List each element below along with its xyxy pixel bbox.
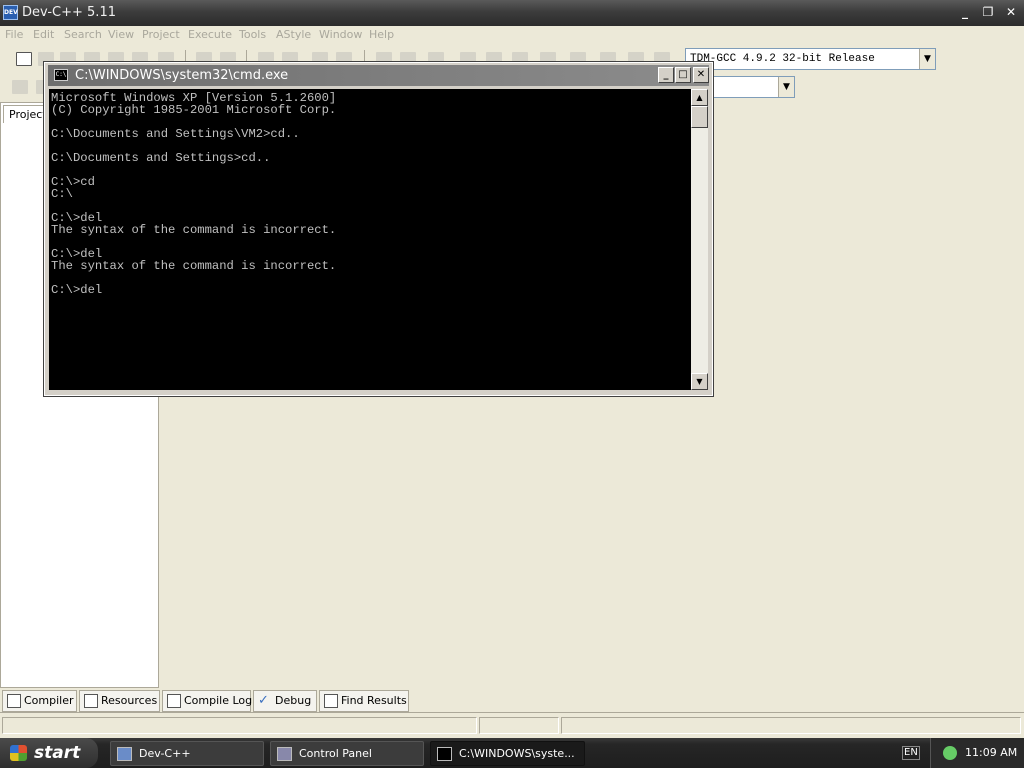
taskbar-item-control-panel[interactable]: Control Panel — [270, 741, 424, 766]
resources-icon — [84, 694, 98, 708]
menu-search[interactable]: Search — [64, 28, 102, 41]
menu-astyle[interactable]: AStyle — [276, 28, 311, 41]
tab-debug[interactable]: ✓ Debug — [253, 690, 317, 712]
chevron-down-icon[interactable]: ▼ — [919, 49, 935, 69]
cmd-maximize-button[interactable]: □ — [675, 67, 691, 83]
taskbar-item-devcpp[interactable]: Dev-C++ — [110, 741, 264, 766]
cmd-scrollbar[interactable]: ▲ ▼ — [691, 89, 708, 390]
menu-window[interactable]: Window — [319, 28, 362, 41]
network-icon[interactable] — [943, 746, 957, 760]
minimize-button[interactable]: _ — [956, 4, 974, 21]
control-panel-icon — [277, 747, 292, 761]
menu-file[interactable]: File — [5, 28, 23, 41]
console-line: (C) Copyright 1985-2001 Microsoft Corp. — [51, 103, 337, 117]
scroll-down-icon[interactable]: ▼ — [691, 373, 708, 390]
tab-compile-log-label: Compile Log — [184, 694, 253, 707]
tab-compile-log[interactable]: Compile Log — [162, 690, 253, 712]
restore-button[interactable]: ❐ — [979, 4, 997, 21]
status-pane — [2, 717, 477, 734]
menu-execute[interactable]: Execute — [188, 28, 232, 41]
status-bar — [0, 712, 1024, 736]
taskbar: start Dev-C++ Control Panel C:\WINDOWS\s… — [0, 738, 1024, 768]
find-results-icon — [324, 694, 338, 708]
taskbar-item-label: C:\WINDOWS\syste... — [459, 747, 575, 760]
cmd-window[interactable]: C:\ C:\WINDOWS\system32\cmd.exe _ □ ✕ Mi… — [43, 61, 714, 397]
status-pane — [479, 717, 559, 734]
console-line: C:\>cd — [51, 175, 95, 189]
clock[interactable]: 11:09 AM — [965, 746, 1017, 759]
taskbar-item-label: Dev-C++ — [139, 747, 191, 760]
devcpp-task-icon — [117, 747, 132, 761]
windows-flag-icon — [10, 745, 27, 761]
bar-chart-icon — [167, 694, 181, 708]
compiler-select-value: TDM-GCC 4.9.2 32-bit Release — [690, 53, 875, 65]
menu-bar: File Edit Search View Project Execute To… — [0, 26, 1024, 46]
menu-tools[interactable]: Tools — [239, 28, 266, 41]
menu-edit[interactable]: Edit — [33, 28, 54, 41]
tab-compiler-label: Compiler — [24, 694, 74, 707]
devcpp-app-icon: DEV — [3, 5, 18, 20]
cmd-app-icon: C:\ — [54, 69, 68, 81]
menu-project[interactable]: Project — [142, 28, 180, 41]
start-label: start — [34, 743, 81, 763]
compiler-grid-icon — [7, 694, 21, 708]
devcpp-window-title: Dev-C++ 5.11 — [22, 5, 116, 20]
scrollbar-thumb[interactable] — [691, 106, 708, 128]
console-output[interactable]: Microsoft Windows XP [Version 5.1.2600](… — [49, 89, 691, 390]
scroll-up-icon[interactable]: ▲ — [691, 89, 708, 106]
console-line: The syntax of the command is incorrect. — [51, 223, 337, 237]
console-line: C:\>del — [51, 283, 103, 297]
chevron-down-icon[interactable]: ▼ — [778, 77, 794, 97]
console-line: C:\Documents and Settings>cd.. — [51, 151, 271, 165]
tab-resources[interactable]: Resources — [79, 690, 160, 712]
status-pane — [561, 717, 1021, 734]
class-browser-icon[interactable] — [12, 80, 28, 94]
tab-resources-label: Resources — [101, 694, 158, 707]
tab-compiler[interactable]: Compiler — [2, 690, 77, 712]
new-file-icon[interactable] — [16, 52, 32, 66]
menu-help[interactable]: Help — [369, 28, 394, 41]
tab-find-results[interactable]: Find Results — [319, 690, 409, 712]
system-tray: 11:09 AM — [930, 738, 1024, 768]
taskbar-item-label: Control Panel — [299, 747, 372, 760]
menu-view[interactable]: View — [108, 28, 134, 41]
checkmark-icon: ✓ — [258, 693, 269, 708]
cmd-minimize-button[interactable]: _ — [658, 67, 674, 83]
cmd-window-title: C:\WINDOWS\system32\cmd.exe — [75, 68, 289, 83]
language-indicator[interactable]: EN — [902, 746, 920, 760]
compiler-select[interactable]: TDM-GCC 4.9.2 32-bit Release ▼ — [685, 48, 936, 70]
start-button[interactable]: start — [0, 738, 98, 768]
console-line: C:\ — [51, 187, 73, 201]
taskbar-item-cmd[interactable]: C:\WINDOWS\syste... — [430, 741, 585, 766]
cmd-task-icon — [437, 747, 452, 761]
bottom-tabs: Compiler Resources Compile Log ✓ Debug F… — [0, 690, 1024, 712]
cmd-close-button[interactable]: ✕ — [693, 67, 709, 83]
tab-find-results-label: Find Results — [341, 694, 407, 707]
tab-debug-label: Debug — [275, 694, 312, 707]
console-line: C:\Documents and Settings\VM2>cd.. — [51, 127, 300, 141]
close-button[interactable]: ✕ — [1002, 4, 1020, 21]
console-line: The syntax of the command is incorrect. — [51, 259, 337, 273]
cmd-title-bar[interactable]: C:\ C:\WINDOWS\system32\cmd.exe _ □ ✕ — [48, 65, 709, 86]
function-select[interactable]: ▼ — [712, 76, 795, 98]
devcpp-title-bar[interactable]: DEV Dev-C++ 5.11 _ ❐ ✕ — [0, 0, 1024, 26]
